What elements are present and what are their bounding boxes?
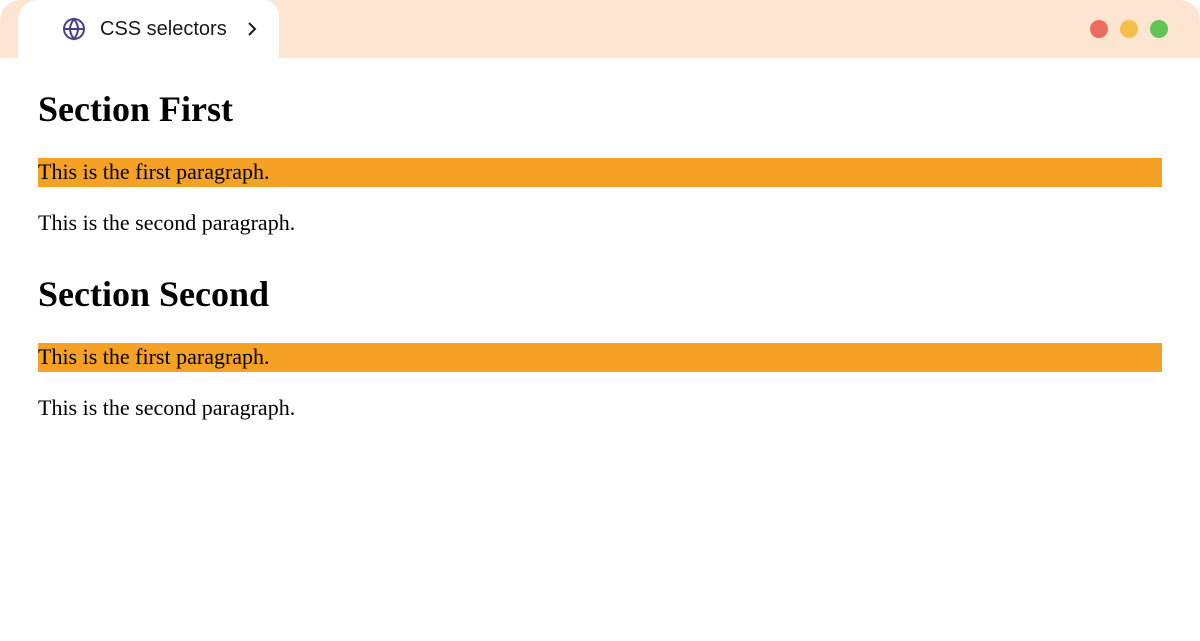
window-controls <box>1090 20 1180 38</box>
globe-icon <box>62 17 86 41</box>
browser-tab[interactable]: CSS selectors <box>18 0 279 58</box>
tab-title: CSS selectors <box>100 18 227 41</box>
browser-chrome: CSS selectors <box>0 0 1200 58</box>
section-second-paragraph-2: This is the second paragraph. <box>38 394 1162 423</box>
close-window-button[interactable] <box>1090 20 1108 38</box>
minimize-window-button[interactable] <box>1120 20 1138 38</box>
section-heading-second: Section Second <box>38 273 1162 315</box>
section-first-paragraph-2: This is the second paragraph. <box>38 209 1162 238</box>
section-heading-first: Section First <box>38 88 1162 130</box>
chevron-right-icon <box>247 21 257 37</box>
section-second-paragraph-1: This is the first paragraph. <box>38 343 1162 372</box>
section-first-paragraph-1: This is the first paragraph. <box>38 158 1162 187</box>
page-content: Section First This is the first paragrap… <box>0 58 1200 474</box>
maximize-window-button[interactable] <box>1150 20 1168 38</box>
